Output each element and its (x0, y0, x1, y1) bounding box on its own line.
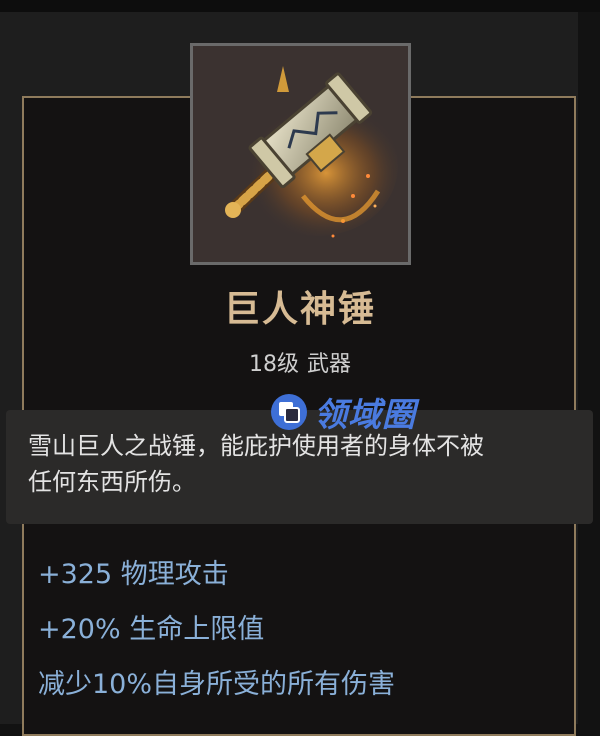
top-strip (0, 0, 600, 12)
watermark-text: 领域圈 (314, 395, 416, 434)
item-meta: 18级 武器 (0, 346, 600, 378)
war-hammer-icon (225, 66, 398, 238)
description-line: 任何东西所伤。 (28, 468, 196, 496)
stat-line: +325 物理攻击 (38, 559, 229, 590)
stat-line: +20% 生命上限值 (38, 614, 265, 645)
item-level: 18级 (248, 352, 299, 377)
item-category: 武器 (306, 352, 351, 377)
stat-line: 减少10%自身所受的所有伤害 (38, 669, 396, 700)
item-name: 巨人神锤 (223, 289, 376, 330)
item-stats: +325 物理攻击 +20% 生命上限值 减少10%自身所受的所有伤害 (38, 555, 395, 720)
item-icon-slot (190, 43, 411, 265)
watermark: 领域圈 (270, 392, 416, 434)
description-line: 雪山巨人之战锤，能庇护使用者的身体不被 (28, 432, 484, 460)
square-logo-icon (271, 394, 307, 430)
